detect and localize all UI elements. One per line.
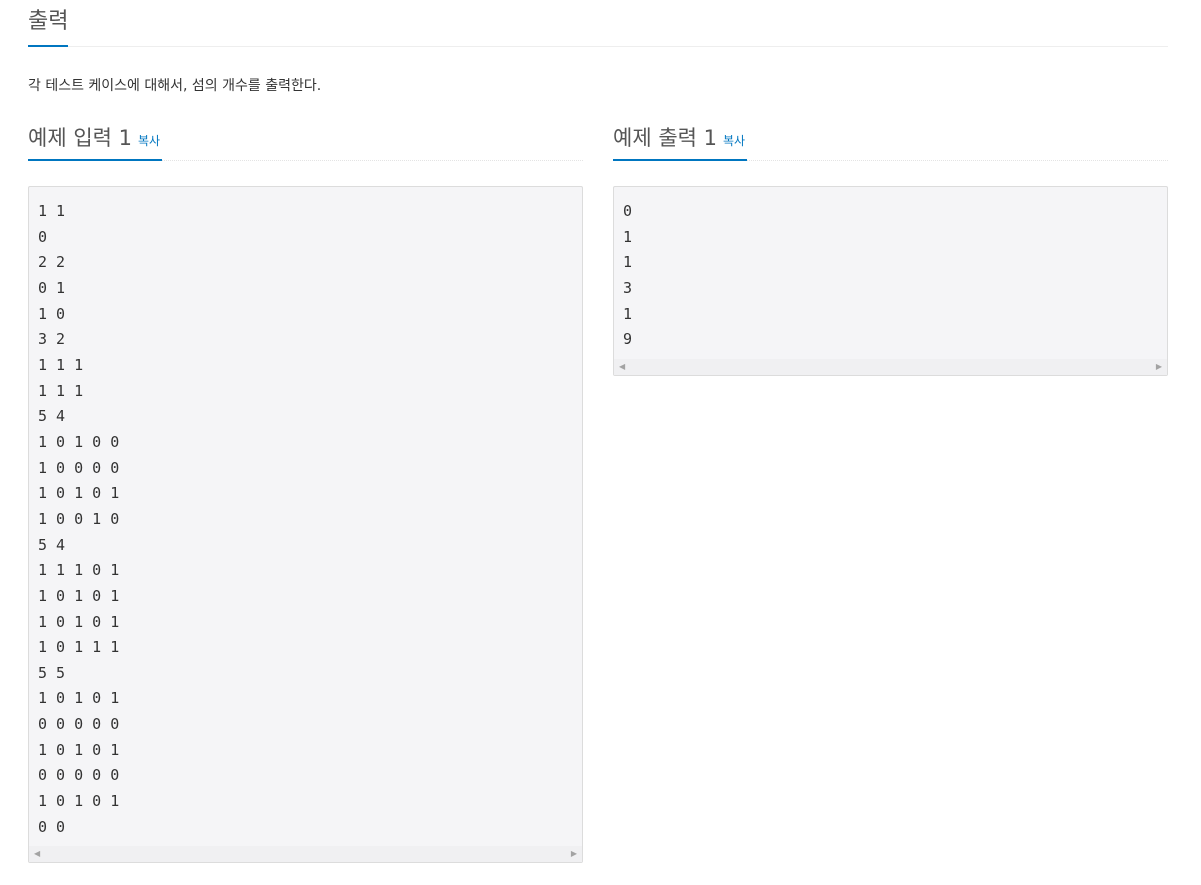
sample-input-scrollbar[interactable]: ◀ ▶ xyxy=(29,846,582,863)
sample-output-text[interactable]: 0 1 1 3 1 9 xyxy=(614,187,1167,359)
sample-input-title: 예제 입력 1 xyxy=(28,126,132,150)
sample-input-header: 예제 입력 1 복사 xyxy=(28,122,583,161)
sample-input-title-wrap: 예제 입력 1 복사 xyxy=(28,122,163,161)
sample-output-scrollbar[interactable]: ◀ ▶ xyxy=(614,358,1167,375)
scroll-right-arrow-icon[interactable]: ▶ xyxy=(1156,362,1162,371)
output-section-title: 출력 xyxy=(28,8,69,47)
sample-output-title: 예제 출력 1 xyxy=(613,126,717,150)
problem-page: 출력 각 테스트 케이스에 대해서, 섬의 개수를 출력한다. 예제 입력 1 복… xyxy=(28,0,1168,864)
scroll-left-arrow-icon[interactable]: ◀ xyxy=(34,850,40,858)
sample-input-panel: 예제 입력 1 복사 1 1 0 2 2 0 1 1 0 3 2 1 1 1 1 … xyxy=(28,122,583,864)
copy-output-button[interactable]: 복사 xyxy=(723,134,745,148)
sample-output-header: 예제 출력 1 복사 xyxy=(613,122,1168,161)
sample-input-box: 1 1 0 2 2 0 1 1 0 3 2 1 1 1 1 1 1 5 4 1 … xyxy=(28,186,583,864)
copy-input-button[interactable]: 복사 xyxy=(138,134,160,148)
scroll-left-arrow-icon[interactable]: ◀ xyxy=(619,362,625,371)
output-description: 각 테스트 케이스에 대해서, 섬의 개수를 출력한다. xyxy=(28,78,322,94)
sample-output-box: 0 1 1 3 1 9 ◀ ▶ xyxy=(613,186,1168,376)
sample-output-title-wrap: 예제 출력 1 복사 xyxy=(613,122,748,161)
scroll-right-arrow-icon[interactable]: ▶ xyxy=(571,850,577,858)
sample-input-text[interactable]: 1 1 0 2 2 0 1 1 0 3 2 1 1 1 1 1 1 5 4 1 … xyxy=(29,187,582,846)
output-section-header: 출력 xyxy=(28,0,1168,47)
sample-output-panel: 예제 출력 1 복사 0 1 1 3 1 9 ◀ ▶ xyxy=(613,122,1168,376)
